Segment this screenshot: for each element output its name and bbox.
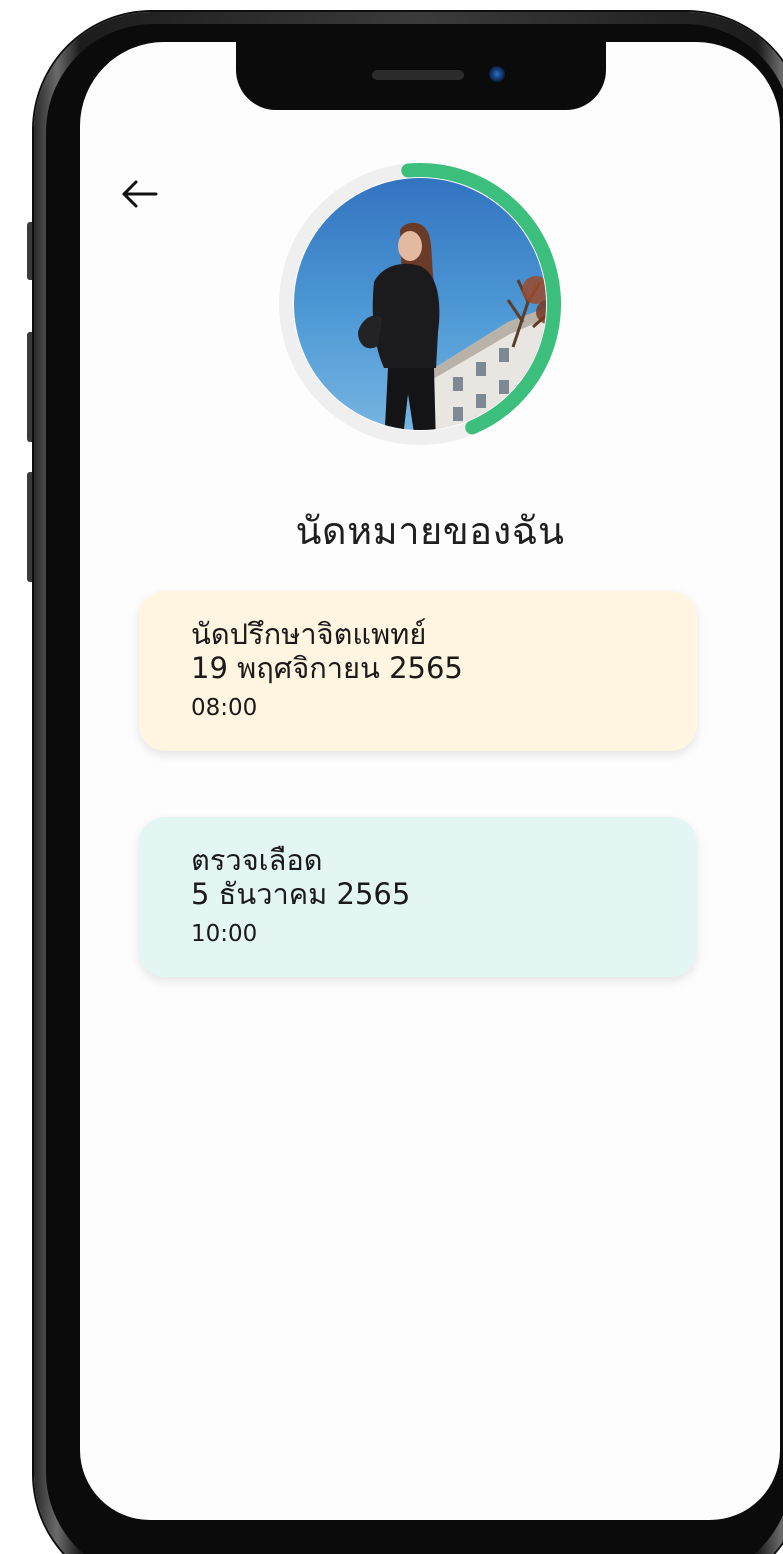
appointment-time: 08:00: [191, 695, 258, 721]
page-title: นัดหมายของฉัน: [295, 509, 565, 553]
appointment-date: 5 ธันวาคม 2565: [191, 877, 411, 911]
back-button[interactable]: [118, 176, 162, 212]
arrow-left-icon: [122, 180, 158, 208]
appointment-date: 19 พฤศจิกายน 2565: [191, 651, 463, 685]
appointment-card[interactable]: ตรวจเลือด 5 ธันวาคม 2565 10:00: [139, 817, 697, 977]
appointment-time: 10:00: [191, 921, 258, 947]
appointment-title: ตรวจเลือด: [191, 843, 323, 877]
front-camera-icon: [489, 66, 505, 82]
app-canvas: นัดหมายของฉัน นัดปรึกษาจิตแพทย์ 19 พฤศจิ…: [0, 0, 783, 1554]
appointment-title: นัดปรึกษาจิตแพทย์: [191, 617, 427, 651]
speaker-grille: [372, 70, 464, 80]
appointment-card[interactable]: นัดปรึกษาจิตแพทย์ 19 พฤศจิกายน 2565 08:0…: [139, 591, 697, 751]
avatar-svg: [279, 163, 561, 445]
avatar-progress: [278, 162, 562, 446]
